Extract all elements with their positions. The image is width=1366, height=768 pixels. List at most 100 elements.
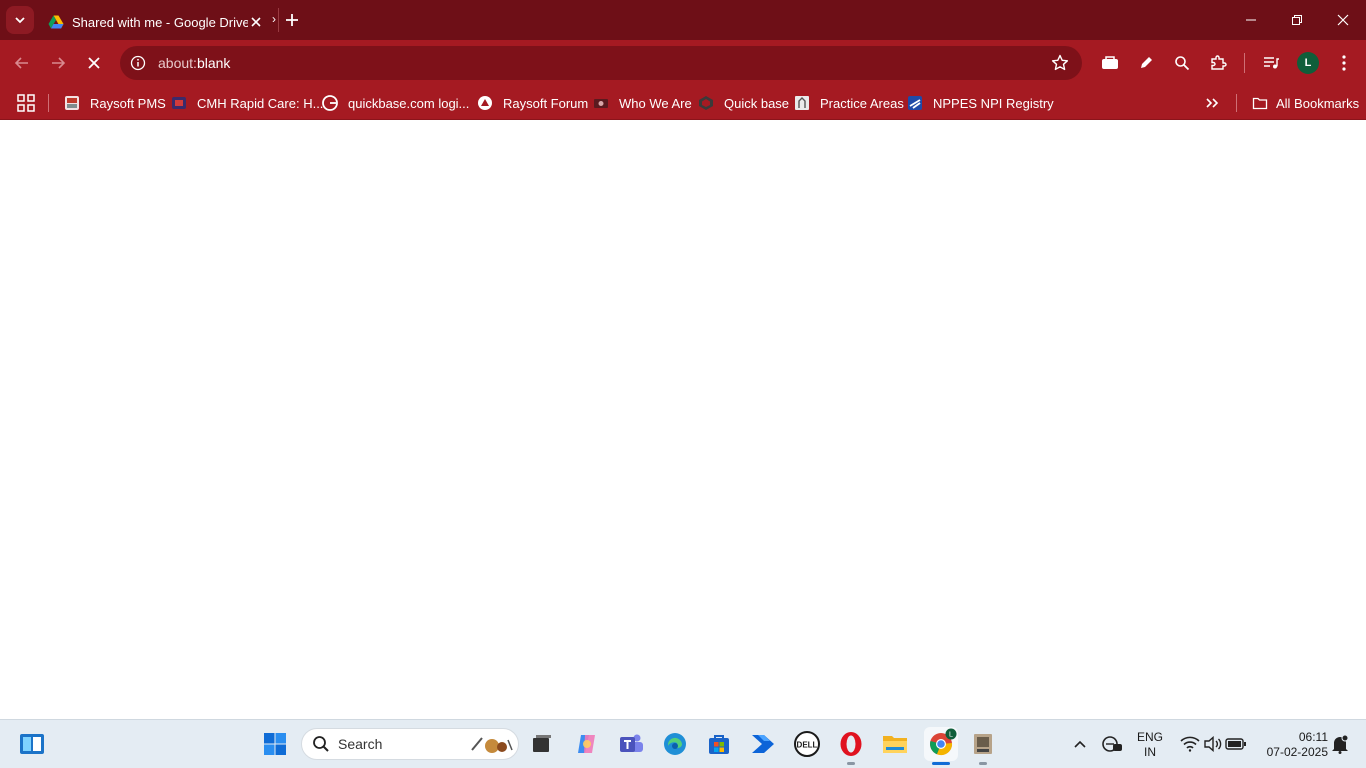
widgets-button[interactable] [18,730,46,758]
tab-search-button[interactable] [6,6,34,34]
sync-cloud-icon [1102,736,1122,752]
copilot-icon [578,735,595,753]
extension-button-1[interactable] [1098,51,1122,75]
zoom-button[interactable] [1170,51,1194,75]
file-explorer-icon [883,736,907,753]
bookmark-star-icon[interactable] [1050,53,1070,73]
new-tab-button[interactable] [282,10,302,30]
bookmark-label: Practice Areas [820,95,904,111]
tab-close-button[interactable] [248,14,264,30]
bookmark-label: NPPES NPI Registry [933,95,1054,111]
nppes-icon [908,96,922,110]
bookmark-raysoft-forum[interactable]: Raysoft Forum [477,92,588,114]
close-icon [251,17,261,27]
bookmark-raysoft-pms[interactable]: Raysoft PMS [64,92,166,114]
profile-avatar[interactable]: L [1297,52,1319,74]
apps-grid-icon[interactable] [16,93,36,113]
quick-base-icon [699,96,713,110]
extension-button-2[interactable] [1134,51,1158,75]
back-button[interactable] [9,50,35,76]
task-view-icon [533,735,551,752]
battery-button[interactable] [1222,730,1250,758]
url-scheme: about: [158,55,197,71]
bookmark-label: Quick base [724,95,790,111]
cloud-extension-icon [1102,56,1118,69]
taskbar-power-automate[interactable] [749,730,777,758]
clock-time: 06:11 [1298,730,1328,744]
pen-icon [1141,57,1152,68]
bookmark-label: Raysoft Forum [503,95,589,111]
page-content [0,121,1366,719]
bell-icon [1332,734,1349,754]
info-icon[interactable] [130,55,146,71]
start-button[interactable] [261,730,289,758]
bookmark-nppes-npi-registry[interactable]: NPPES NPI Registry [907,92,1054,114]
bookmark-practice-areas[interactable]: Practice Areas [794,92,904,114]
back-arrow-icon [14,57,28,69]
region-code: IN [1144,745,1156,759]
taskbar-dell[interactable]: DELL [793,730,821,758]
bookmark-label: quickbase.com logi... [348,95,470,111]
chevron-up-icon [1074,740,1086,748]
show-hidden-icons-button[interactable] [1066,730,1094,758]
clock[interactable]: 06:11 07-02-2025 [1256,730,1328,760]
taskbar-chrome[interactable]: L [924,727,958,761]
windows-taskbar: Search DELL L ENG IN 06:11 07-02-2025 [0,719,1366,768]
menu-button[interactable] [1332,51,1356,75]
taskbar-store[interactable] [705,730,733,758]
bookmark-label: CMH Rapid Care: H... [197,95,324,111]
bookmark-who-we-are[interactable]: Who We Are [593,92,692,114]
media-control-icon [1264,57,1279,69]
bookmark-cmh-rapid-care[interactable]: CMH Rapid Care: H... [171,92,323,114]
forward-arrow-icon [52,57,66,69]
folder-icon [1252,97,1268,110]
tab-strip: Shared with me - Google Drive › [0,0,1366,40]
onedrive-tray-button[interactable] [1098,730,1126,758]
forward-button[interactable] [45,50,71,76]
all-bookmarks-button[interactable]: All Bookmarks [1252,92,1359,114]
raysoft-pms-icon [65,96,79,110]
taskbar-search[interactable]: Search [301,728,519,760]
notifications-button[interactable] [1326,730,1354,758]
opera-running-indicator [847,762,855,765]
tab-overflow-icon[interactable]: › [272,12,276,26]
widgets-icon [20,734,44,754]
taskbar-copilot[interactable] [573,730,601,758]
wifi-icon [1180,736,1200,752]
language-indicator[interactable]: ENG IN [1134,730,1166,760]
bookmarks-divider [48,94,49,112]
who-we-are-icon [594,99,608,108]
taskbar-app[interactable] [969,730,997,758]
address-url[interactable]: about:blank [158,55,1050,71]
bookmark-label: Raysoft PMS [90,95,166,111]
taskbar-teams[interactable] [617,730,645,758]
bookmarks-bar: Raysoft PMS CMH Rapid Care: H... quickba… [0,86,1366,120]
address-bar[interactable]: about:blank [120,46,1082,80]
start-icon [264,733,286,755]
bookmark-quick-base[interactable]: Quick base [698,92,789,114]
power-automate-icon [752,735,774,753]
close-window-button[interactable] [1320,0,1366,40]
minimize-button[interactable] [1228,0,1274,40]
all-bookmarks-label: All Bookmarks [1276,95,1360,111]
language-code: ENG [1136,730,1163,744]
taskbar-edge[interactable] [661,730,689,758]
bookmarks-overflow-button[interactable] [1202,94,1222,112]
media-button[interactable] [1259,51,1283,75]
tab-active[interactable]: Shared with me - Google Drive [38,4,272,40]
stop-button[interactable] [81,50,107,76]
bookmark-quickbase-login[interactable]: quickbase.com logi... [322,92,469,114]
taskbar-file-explorer[interactable] [881,730,909,758]
bookmark-label: Who We Are [619,95,692,111]
extensions-button[interactable] [1206,51,1230,75]
chevron-down-icon [15,17,25,24]
task-view-button[interactable] [528,730,556,758]
search-highlight-icon [471,737,513,753]
restore-button[interactable] [1274,0,1320,40]
teams-icon [620,734,643,752]
battery-icon [1225,738,1246,750]
kebab-menu-icon [1342,55,1346,71]
taskbar-opera[interactable] [837,730,865,758]
svg-text:DELL: DELL [797,741,818,750]
bookmarks-divider [1236,94,1237,112]
